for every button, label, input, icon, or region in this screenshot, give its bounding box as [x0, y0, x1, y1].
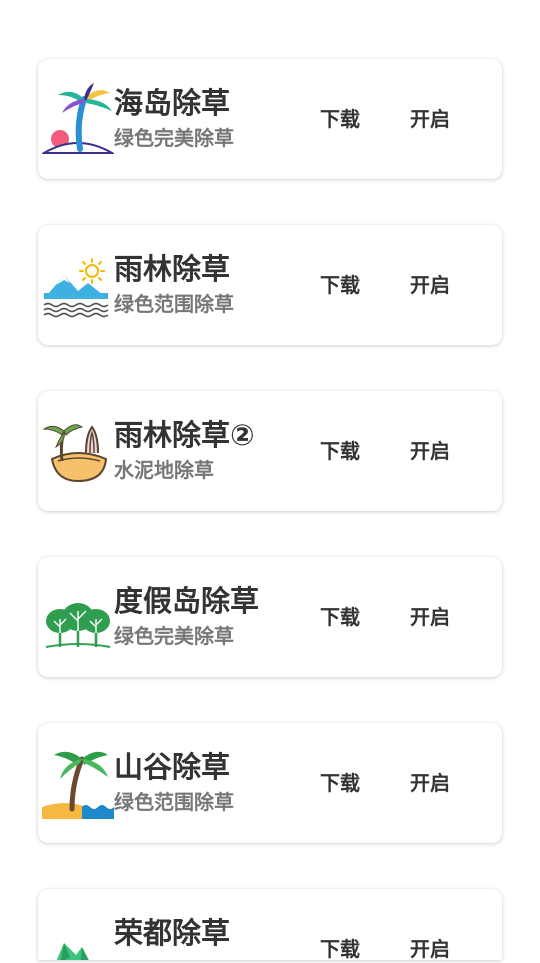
download-button[interactable]: 下载	[320, 603, 360, 631]
open-button[interactable]: 开启	[410, 437, 450, 465]
map-title: 雨林除草	[114, 252, 231, 286]
map-title: 荣都除草	[114, 916, 231, 950]
open-button[interactable]: 开启	[410, 271, 450, 299]
map-card: 山谷除草 绿色范围除草 下载 开启	[38, 723, 502, 843]
download-button[interactable]: 下载	[320, 769, 360, 797]
map-title: 海岛除草	[114, 86, 231, 120]
map-card: 海岛除草 绿色完美除草 下载 开启	[38, 59, 502, 179]
palm-island-icon	[42, 83, 114, 155]
map-card: 雨林除草② 水泥地除草 下载 开启	[38, 391, 502, 511]
map-subtitle: 绿色完美除草	[114, 126, 234, 150]
map-list: 海岛除草 绿色完美除草 下载 开启 雨林除草 绿色范围除草 下载 开启 雨林除草…	[0, 0, 540, 963]
mountain-sea-icon	[42, 249, 114, 321]
map-subtitle: 绿色范围除草	[114, 790, 234, 814]
open-button[interactable]: 开启	[410, 935, 450, 963]
open-button[interactable]: 开启	[410, 105, 450, 133]
green-hill-icon	[42, 913, 114, 960]
map-title: 度假岛除草	[114, 584, 260, 618]
forest-icon	[42, 581, 114, 653]
map-title: 雨林除草②	[114, 418, 255, 452]
download-button[interactable]: 下载	[320, 935, 360, 963]
map-card: 度假岛除草 绿色完美除草 下载 开启	[38, 557, 502, 677]
download-button[interactable]: 下载	[320, 271, 360, 299]
download-button[interactable]: 下载	[320, 437, 360, 465]
map-title: 山谷除草	[114, 750, 231, 784]
palm-beach-icon	[42, 747, 114, 819]
map-subtitle: 绿色完美除草	[114, 624, 234, 648]
open-button[interactable]: 开启	[410, 769, 450, 797]
download-button[interactable]: 下载	[320, 105, 360, 133]
oasis-icon	[42, 415, 114, 487]
map-card: 荣都除草 下载 开启	[38, 889, 502, 963]
map-subtitle: 绿色范围除草	[114, 292, 234, 316]
map-card: 雨林除草 绿色范围除草 下载 开启	[38, 225, 502, 345]
map-subtitle: 水泥地除草	[114, 458, 214, 482]
open-button[interactable]: 开启	[410, 603, 450, 631]
